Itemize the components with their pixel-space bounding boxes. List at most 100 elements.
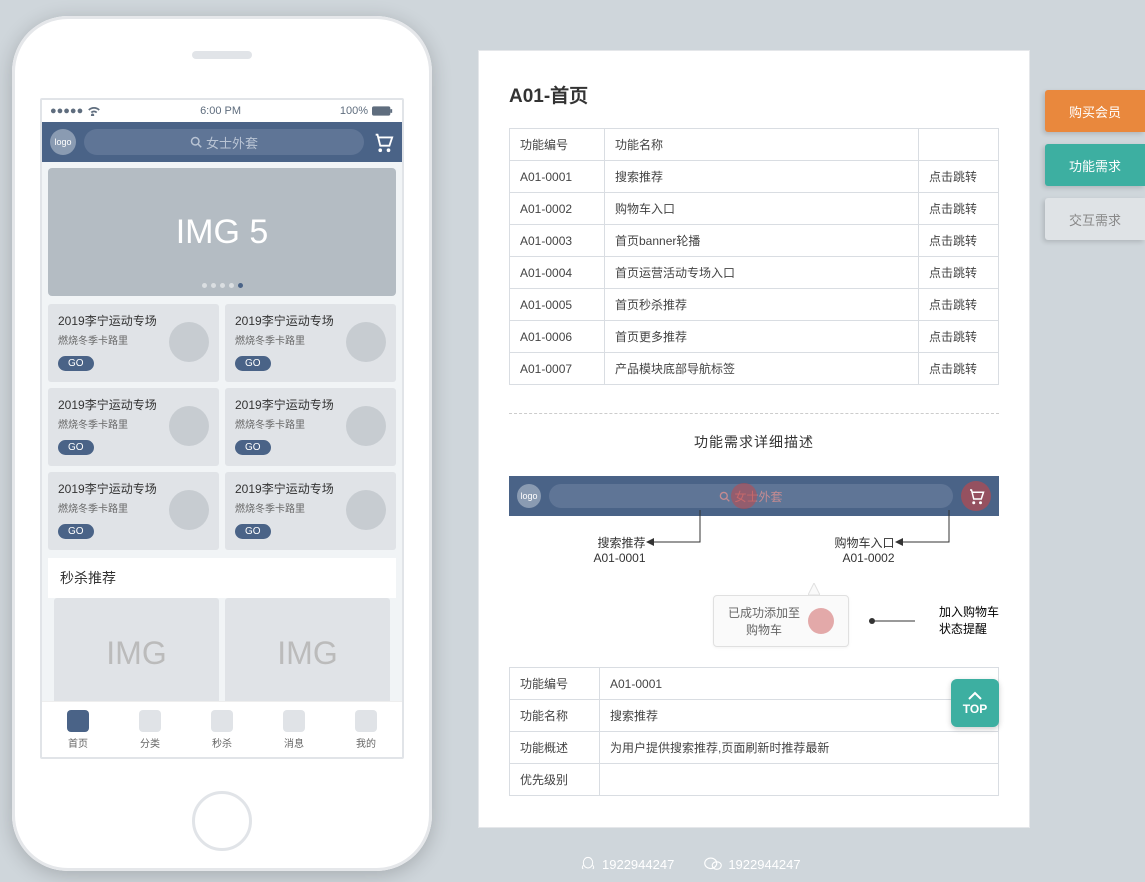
phone-mockup: ●●●●● 6:00 PM 100% logo 女士外套 IMG 5 [12,16,432,871]
action-link[interactable]: 点击跳转 [919,225,999,257]
search-input[interactable]: 女士外套 [84,129,364,155]
go-button[interactable]: GO [58,524,94,539]
promo-card[interactable]: 2019李宁运动专场燃烧冬季卡路里GO [225,388,396,466]
anno-popup-label: 加入购物车 状态提醒 [939,604,999,638]
tab-home[interactable]: 首页 [42,702,114,757]
table-row: A01-0005首页秒杀推荐点击跳转 [510,289,999,321]
tab-flash[interactable]: 秒杀 [186,702,258,757]
table-row: 功能概述为用户提供搜索推荐,页面刷新时推荐最新 [510,732,999,764]
doc-title: A01-首页 [509,81,999,108]
table-row: A01-0001搜索推荐点击跳转 [510,161,999,193]
cart-icon [967,487,985,505]
th-id: 功能编号 [510,129,605,161]
tab-icon [355,710,377,732]
tab-bar: 首页 分类 秒杀 消息 我的 [42,701,402,757]
tab-message[interactable]: 消息 [258,702,330,757]
phone-screen: ●●●●● 6:00 PM 100% logo 女士外套 IMG 5 [40,98,404,759]
doc-panel: A01-首页 功能编号 功能名称 A01-0001搜索推荐点击跳转A01-000… [478,50,1030,828]
th-name: 功能名称 [605,129,919,161]
scroll-top-button[interactable]: TOP [951,679,999,727]
action-link[interactable]: 点击跳转 [919,193,999,225]
section-title-flash: 秒杀推荐 [48,558,396,598]
anno-cart: 购物车入口 A01-0002 [835,534,915,565]
side-tabs: 购买会员 功能需求 交互需求 [1045,90,1145,240]
nav-bar: logo 女士外套 [42,122,402,162]
status-time: 6:00 PM [200,105,241,117]
cart-icon[interactable] [372,131,394,153]
promo-grid: 2019李宁运动专场燃烧冬季卡路里GO 2019李宁运动专场燃烧冬季卡路里GO … [48,304,396,550]
action-link[interactable]: 点击跳转 [919,289,999,321]
table-row: A01-0002购物车入口点击跳转 [510,193,999,225]
flash-grid: IMG IMG [48,598,396,701]
table-row: A01-0003首页banner轮播点击跳转 [510,225,999,257]
annotation-marker [808,608,834,634]
promo-card[interactable]: 2019李宁运动专场燃烧冬季卡路里GO [48,472,219,550]
promo-image [169,322,209,362]
search-icon [719,491,730,502]
action-link[interactable]: 点击跳转 [919,161,999,193]
promo-image [169,406,209,446]
logo-badge[interactable]: logo [50,129,76,155]
table-row: 功能编号A01-0001 [510,668,999,700]
tab-icon [211,710,233,732]
promo-image [169,490,209,530]
table-row: A01-0006首页更多推荐点击跳转 [510,321,999,353]
table-row: A01-0007产品模块底部导航标签点击跳转 [510,353,999,385]
action-link[interactable]: 点击跳转 [919,321,999,353]
go-button[interactable]: GO [58,356,94,371]
wechat-icon [704,857,722,871]
tab-category[interactable]: 分类 [114,702,186,757]
mini-search: 女士外套 [549,484,953,508]
mini-cart-highlight [961,481,991,511]
spec-table: 功能编号 功能名称 A01-0001搜索推荐点击跳转A01-0002购物车入口点… [509,128,999,385]
chevron-up-icon [967,691,983,701]
tooltip-arrow-icon [808,583,820,595]
banner-label: IMG 5 [176,213,269,252]
flash-card[interactable]: IMG [54,598,219,701]
signal-dots-icon: ●●●●● [50,105,83,117]
content-area: IMG 5 2019李宁运动专场燃烧冬季卡路里GO 2019李宁运动专场燃烧冬季… [42,162,402,701]
side-tab-func[interactable]: 功能需求 [1045,144,1145,186]
promo-card[interactable]: 2019李宁运动专场燃烧冬季卡路里GO [225,304,396,382]
promo-image [346,406,386,446]
qq-icon [580,856,596,872]
phone-speaker [192,51,252,59]
action-link[interactable]: 点击跳转 [919,353,999,385]
tab-mine[interactable]: 我的 [330,702,402,757]
search-icon [190,136,202,148]
tab-icon [283,710,305,732]
anno-search: 搜索推荐 A01-0001 [593,534,665,565]
banner-dots[interactable] [202,283,243,288]
wechat-contact[interactable]: 1922944247 [704,857,800,872]
qq-contact[interactable]: 1922944247 [580,856,674,872]
table-row: 优先级别 [510,764,999,796]
status-bar: ●●●●● 6:00 PM 100% [42,100,402,122]
promo-card[interactable]: 2019李宁运动专场燃烧冬季卡路里GO [225,472,396,550]
th-action [919,129,999,161]
side-tab-buy[interactable]: 购买会员 [1045,90,1145,132]
banner[interactable]: IMG 5 [48,168,396,296]
tab-icon [139,710,161,732]
flash-card[interactable]: IMG [225,598,390,701]
search-placeholder: 女士外套 [206,133,258,152]
home-button[interactable] [192,791,252,851]
divider [509,413,999,414]
detail-table: 功能编号A01-0001功能名称搜索推荐功能概述为用户提供搜索推荐,页面刷新时推… [509,667,999,796]
table-row: 功能名称搜索推荐 [510,700,999,732]
promo-card[interactable]: 2019李宁运动专场燃烧冬季卡路里GO [48,388,219,466]
callout-line [895,510,951,550]
annotation-marker [731,483,757,509]
go-button[interactable]: GO [235,524,271,539]
go-button[interactable]: GO [58,440,94,455]
promo-card[interactable]: 2019李宁运动专场燃烧冬季卡路里GO [48,304,219,382]
side-tab-inter[interactable]: 交互需求 [1045,198,1145,240]
mini-logo: logo [517,484,541,508]
action-link[interactable]: 点击跳转 [919,257,999,289]
battery-text: 100% [340,105,368,117]
promo-image [346,490,386,530]
detail-title: 功能需求详细描述 [509,432,999,452]
wifi-icon [87,106,101,116]
go-button[interactable]: GO [235,440,271,455]
tab-icon [67,710,89,732]
go-button[interactable]: GO [235,356,271,371]
